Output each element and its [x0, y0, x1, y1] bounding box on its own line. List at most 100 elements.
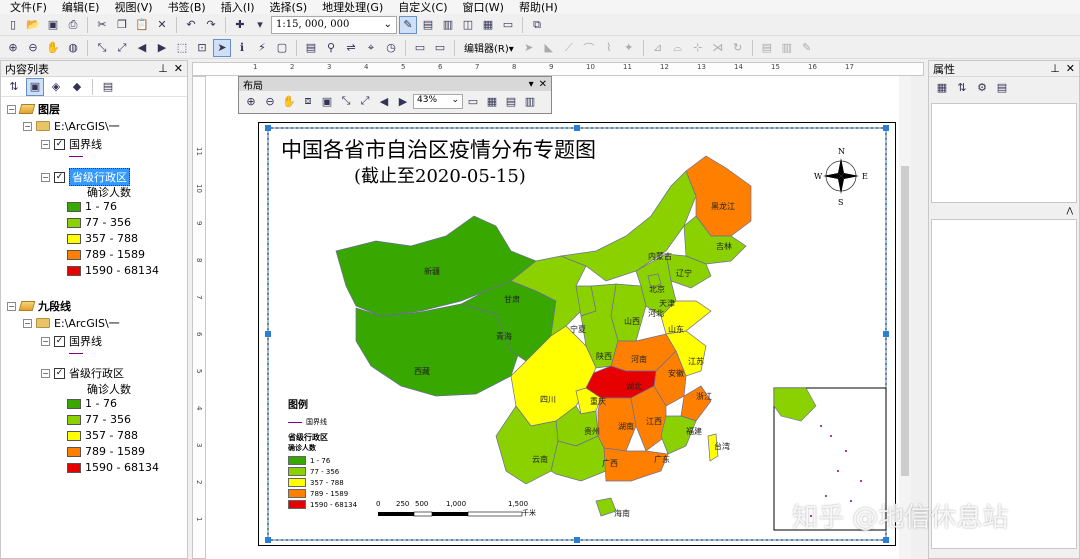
pin-icon[interactable]: ⊥ [158, 62, 168, 75]
class-item[interactable]: 1 - 76 [67, 397, 117, 410]
save-icon[interactable]: ▣ [44, 16, 62, 34]
list-by-source-icon[interactable]: ▣ [26, 77, 44, 96]
trace-icon[interactable]: ⌇ [600, 39, 618, 57]
measure-icon[interactable]: ▤ [302, 39, 320, 57]
catalog-icon[interactable]: ▥ [439, 16, 457, 34]
zoom-out-icon[interactable]: ⊖ [24, 39, 42, 57]
class-item[interactable]: 1590 - 68134 [67, 461, 159, 474]
find-icon[interactable]: ⚲ [322, 39, 340, 57]
properties-grid[interactable] [931, 103, 1077, 203]
collapse-icon[interactable]: − [41, 336, 50, 346]
pin-icon[interactable]: ⊥ [1050, 62, 1060, 75]
categorized-icon[interactable]: ▦ [933, 78, 951, 96]
forward-extent-icon[interactable]: ▶ [394, 92, 412, 110]
fixed-zoom-in-page-icon[interactable]: ⤡ [337, 92, 355, 110]
arctoolbox-icon[interactable]: ▦ [479, 16, 497, 34]
edit-vertices-icon[interactable]: ⊿ [649, 39, 667, 57]
pan-icon[interactable]: ✋ [44, 39, 62, 57]
menu-item[interactable]: 地理处理(G) [322, 0, 383, 15]
list-by-drawing-order-icon[interactable]: ⇅ [5, 78, 23, 96]
collapse-icon[interactable]: − [23, 121, 32, 131]
zoom-in-icon[interactable]: ⊕ [4, 39, 22, 57]
rotate-icon[interactable]: ↻ [729, 39, 747, 57]
back-icon[interactable]: ◀ [133, 39, 151, 57]
route-icon[interactable]: ⇌ [342, 39, 360, 57]
list-by-selection-icon[interactable]: ◆ [68, 78, 86, 96]
change-layout-icon[interactable]: ▤ [502, 92, 520, 110]
expand-collapse-icon[interactable]: ⋀ [931, 206, 1077, 218]
layer-visibility-checkbox[interactable]: ✓ [54, 171, 65, 183]
data-driven-pages-icon[interactable]: ▥ [521, 92, 539, 110]
scrollbar-thumb[interactable] [901, 166, 909, 476]
redo-icon[interactable]: ↷ [202, 16, 220, 34]
python-icon[interactable]: ▭ [499, 16, 517, 34]
collapse-icon[interactable]: − [23, 318, 32, 328]
toc-layer[interactable]: − ✓ 国界线 [41, 136, 102, 152]
toc-layer[interactable]: − ✓ 省级行政区 [41, 365, 124, 381]
toc-layer[interactable]: − ✓ 国界线 [41, 333, 102, 349]
layer-visibility-checkbox[interactable]: ✓ [54, 138, 65, 150]
cut-polygons-icon[interactable]: ⊹ [689, 39, 707, 57]
time-slider-icon[interactable]: ◷ [382, 39, 400, 57]
menu-item[interactable]: 视图(V) [114, 0, 152, 15]
forward-icon[interactable]: ▶ [153, 39, 171, 57]
menu-item[interactable]: 帮助(H) [519, 0, 558, 15]
class-item[interactable]: 77 - 356 [67, 413, 131, 426]
create-features-icon[interactable]: ✎ [798, 39, 816, 57]
zoom-whole-page-icon[interactable]: ⧈ [299, 92, 317, 110]
close-icon[interactable]: ✕ [1066, 62, 1075, 75]
print-icon[interactable]: ⎙ [64, 16, 82, 34]
fixed-zoom-in-icon[interactable]: ⤡ [93, 39, 111, 57]
paste-icon[interactable]: 📋 [133, 16, 151, 34]
full-extent-icon[interactable]: ◍ [64, 39, 82, 57]
options-icon[interactable]: ▤ [99, 78, 117, 96]
dropdown-arrow-icon[interactable]: ▾ [529, 79, 534, 90]
table-icon[interactable]: ▤ [419, 16, 437, 34]
new-icon[interactable]: ▯ [4, 16, 22, 34]
toc-group[interactable]: − 图层 [7, 101, 60, 117]
toc-group[interactable]: − 九段线 [7, 298, 71, 314]
hyperlink-icon[interactable]: ⚡ [253, 39, 271, 57]
reshape-icon[interactable]: ⌓ [669, 39, 687, 57]
cut-icon[interactable]: ✂ [93, 16, 111, 34]
undo-icon[interactable]: ↶ [182, 16, 200, 34]
delete-icon[interactable]: ✕ [153, 16, 171, 34]
identify-icon[interactable]: ℹ [233, 39, 251, 57]
class-item[interactable]: 1590 - 68134 [67, 264, 159, 277]
zoom-in-page-icon[interactable]: ⊕ [242, 92, 260, 110]
menu-item[interactable]: 编辑(E) [62, 0, 100, 15]
toggle-draft-mode-icon[interactable]: ▭ [464, 92, 482, 110]
fixed-zoom-out-page-icon[interactable]: ⤢ [356, 92, 374, 110]
collapse-icon[interactable]: − [41, 368, 50, 378]
toc-folder[interactable]: − E:\ArcGIS\一 [23, 315, 120, 331]
class-item[interactable]: 357 - 788 [67, 232, 138, 245]
viewer-icon[interactable]: ▭ [411, 39, 429, 57]
copy-icon[interactable]: ❐ [113, 16, 131, 34]
toc-folder[interactable]: − E:\ArcGIS\一 [23, 118, 120, 134]
menu-item[interactable]: 书签(B) [168, 0, 206, 15]
list-by-visibility-icon[interactable]: ◈ [47, 78, 65, 96]
zoom-100-icon[interactable]: ▣ [318, 92, 336, 110]
menu-item[interactable]: 插入(I) [221, 0, 255, 15]
search-window-icon[interactable]: ◫ [459, 16, 477, 34]
class-item[interactable]: 789 - 1589 [67, 248, 145, 261]
straight-segment-icon[interactable]: ⟋ [560, 39, 578, 57]
focus-data-frame-icon[interactable]: ▦ [483, 92, 501, 110]
layout-canvas[interactable]: N S W E 中国各省市自治区疫情分布专题图 (截止至2020-05-15) … [206, 76, 911, 559]
html-popup-icon[interactable]: ▢ [273, 39, 291, 57]
split-icon[interactable]: ⋊ [709, 39, 727, 57]
close-icon[interactable]: ✕ [539, 79, 547, 90]
menu-item[interactable]: 自定义(C) [398, 0, 447, 15]
fixed-zoom-out-icon[interactable]: ⤢ [113, 39, 131, 57]
edit-tool-icon[interactable]: ➤ [520, 39, 538, 57]
go-to-xy-icon[interactable]: ⌖ [362, 39, 380, 57]
alphabetical-icon[interactable]: ⇅ [953, 78, 971, 96]
collapse-icon[interactable]: − [7, 104, 16, 114]
model-builder-icon[interactable]: ⧉ [528, 16, 546, 34]
class-item[interactable]: 789 - 1589 [67, 445, 145, 458]
overview-icon[interactable]: ▭ [431, 39, 449, 57]
clear-selection-icon[interactable]: ⊡ [193, 39, 211, 57]
map-scale-select[interactable]: 1:15, 000, 000 ⌄ [271, 15, 397, 34]
collapse-icon[interactable]: − [41, 172, 50, 182]
select-features-icon[interactable]: ⬚ [173, 39, 191, 57]
